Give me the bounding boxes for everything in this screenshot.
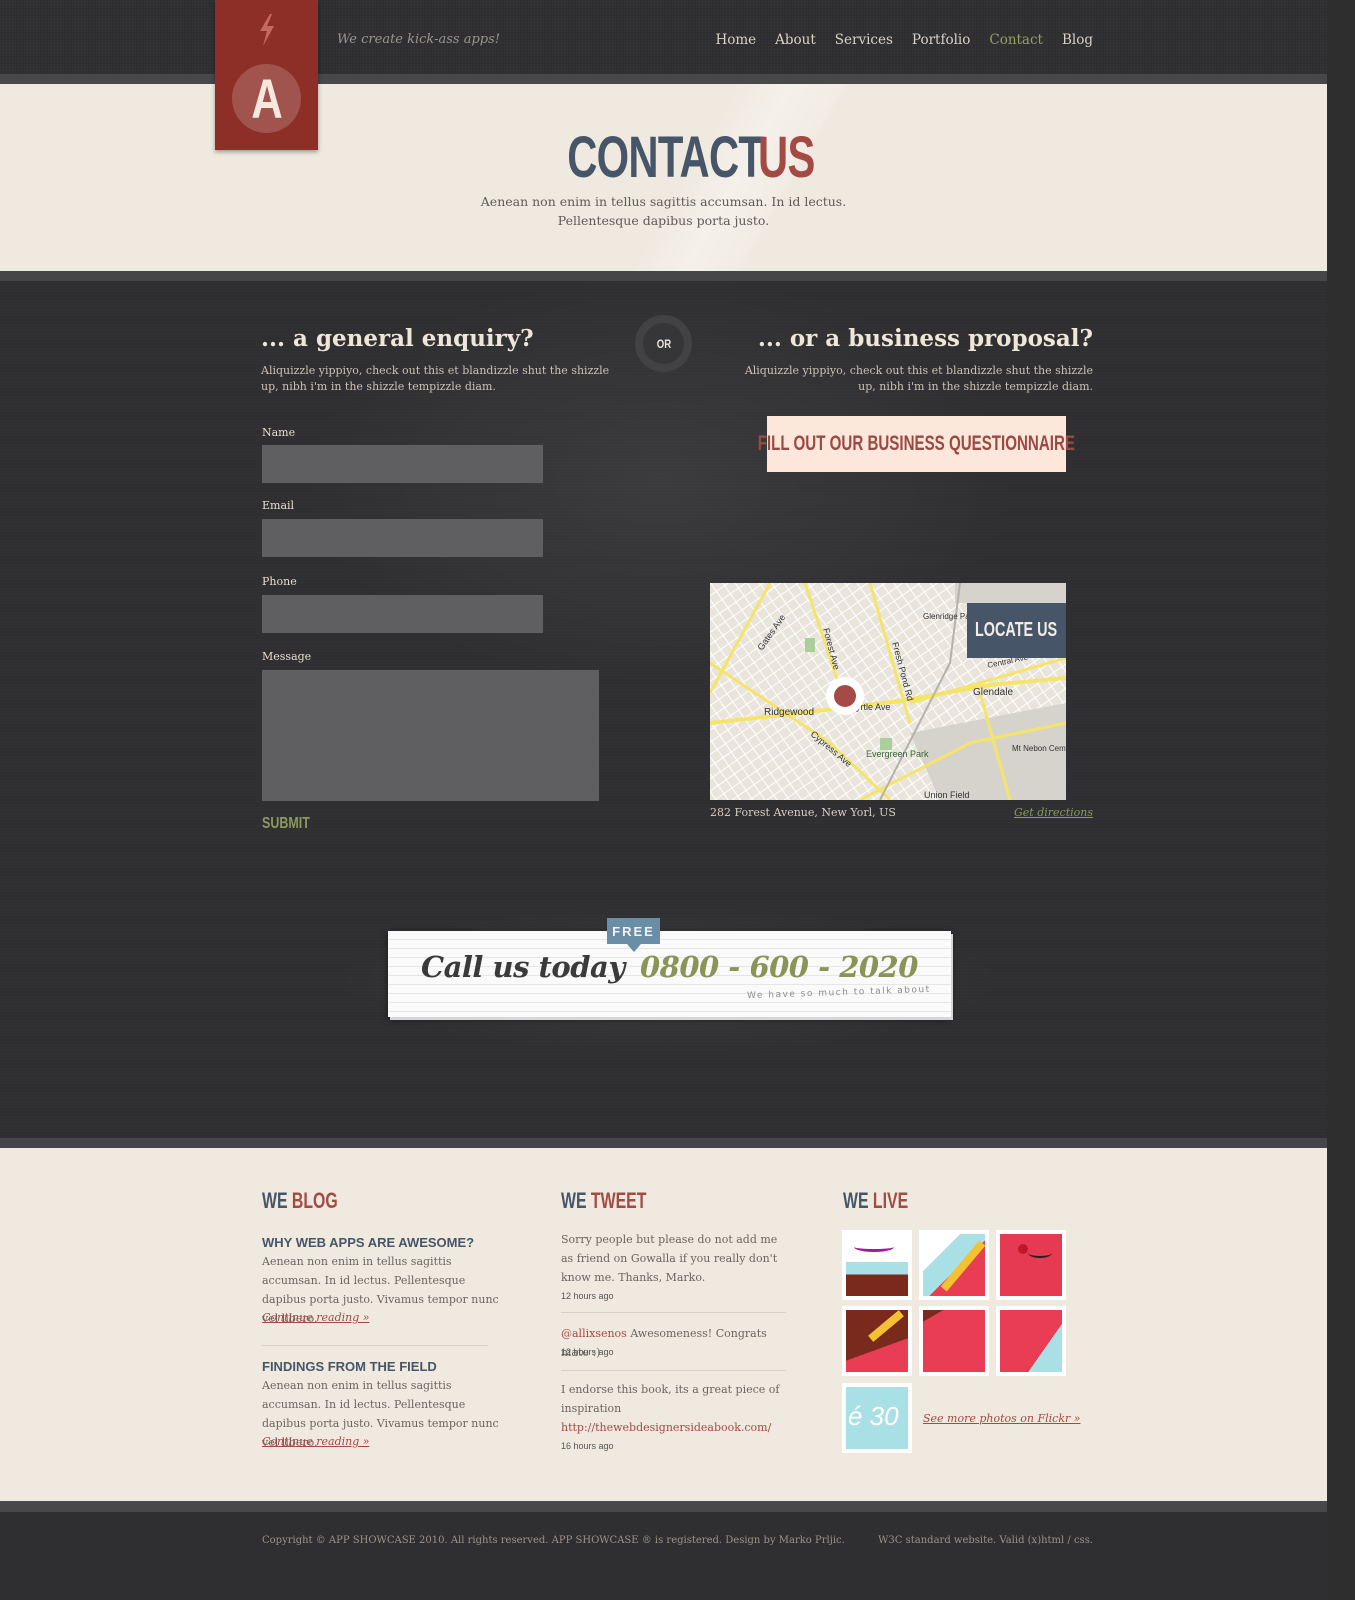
locate-us-label: LOCATE US xyxy=(975,619,1058,641)
or-divider: OR xyxy=(635,315,692,372)
flickr-photo[interactable] xyxy=(842,1230,912,1300)
tweet-time: 12 hours ago xyxy=(561,1291,614,1301)
tweet-heading: WE TWEET xyxy=(561,1188,646,1214)
map-label: Glendale xyxy=(973,687,1013,698)
photo-thumbnail xyxy=(923,1234,985,1296)
name-label: Name xyxy=(262,426,296,439)
site-tagline: We create kick-ass apps! xyxy=(337,32,500,47)
blog-heading: WE BLOG xyxy=(262,1188,338,1214)
map-label: Ridgewood xyxy=(764,707,814,718)
map-label: Evergreen Park xyxy=(866,749,929,759)
email-label: Email xyxy=(262,499,295,512)
flickr-photo[interactable] xyxy=(996,1306,1066,1376)
map-label: Mt Nebon Cemetery xyxy=(1012,744,1066,753)
photo-thumbnail xyxy=(1000,1310,1062,1372)
footer-divider xyxy=(0,1501,1327,1512)
photo-thumbnail: é 30 xyxy=(846,1387,908,1449)
hero-subtitle: Aenean non enim in tellus sagittis accum… xyxy=(0,192,1327,230)
hero-section: CONTACT US Aenean non enim in tellus sag… xyxy=(0,84,1327,271)
business-questionnaire-button[interactable]: FILL OUT OUR BUSINESS QUESTIONNAIRE xyxy=(758,416,1075,472)
phone-label: Phone xyxy=(262,575,297,588)
photo-thumbnail xyxy=(846,1234,908,1296)
live-heading-we: WE xyxy=(843,1188,869,1213)
call-phone-number[interactable]: 0800 - 600 - 2020 xyxy=(640,950,918,984)
map-label: Union Field xyxy=(924,790,970,800)
live-heading-live: LIVE xyxy=(872,1188,909,1213)
nav-portfolio[interactable]: Portfolio xyxy=(912,32,970,48)
free-badge: FREE xyxy=(607,918,660,952)
photo-thumbnail xyxy=(923,1310,985,1372)
flickr-photo[interactable]: é 30 xyxy=(842,1383,912,1453)
hero-subtitle-line1: Aenean non enim in tellus sagittis accum… xyxy=(480,194,847,209)
blog-heading-blog: BLOG xyxy=(291,1188,338,1213)
hero-divider xyxy=(0,271,1327,281)
business-heading: ... or a business proposal? xyxy=(757,325,1093,352)
nav-blog[interactable]: Blog xyxy=(1062,32,1093,48)
message-textarea[interactable] xyxy=(262,670,599,801)
flickr-photo[interactable] xyxy=(996,1230,1066,1300)
business-questionnaire-label: FILL OUT OUR BUSINESS QUESTIONNAIRE xyxy=(757,432,1076,455)
header-divider xyxy=(0,74,1327,84)
page-title-part2: US xyxy=(757,125,815,190)
or-label: OR xyxy=(656,336,671,351)
flickr-photo[interactable] xyxy=(919,1306,989,1376)
nav-about[interactable]: About xyxy=(775,32,816,48)
continue-reading-link[interactable]: Continue reading » xyxy=(262,1435,369,1448)
hero-subtitle-line2: Pellentesque dapibus porta justo. xyxy=(557,213,770,228)
blog-heading-we: WE xyxy=(262,1188,288,1213)
name-input[interactable] xyxy=(262,445,543,483)
flickr-photo[interactable] xyxy=(842,1306,912,1376)
tweet-text-content: I endorse this book, its a great piece o… xyxy=(561,1383,780,1415)
tweet-text: I endorse this book, its a great piece o… xyxy=(561,1380,786,1437)
submit-button[interactable]: SUBMIT xyxy=(262,815,310,833)
tweet-url-link[interactable]: http://thewebdesignersideabook.com/ xyxy=(561,1421,771,1434)
site-header xyxy=(0,0,1327,74)
nav-services[interactable]: Services xyxy=(835,32,893,48)
flickr-more-link[interactable]: See more photos on Flickr » xyxy=(923,1412,1081,1425)
site-logo[interactable]: A xyxy=(215,0,318,150)
tweet-time: 12 hours ago xyxy=(561,1347,614,1357)
message-label: Message xyxy=(262,650,312,663)
map-address: 282 Forest Avenue, New Yorl, US xyxy=(710,806,896,819)
tweet-time: 16 hours ago xyxy=(561,1441,614,1451)
logo-circle: A xyxy=(232,64,301,133)
map-pin-icon[interactable] xyxy=(826,677,864,715)
section-divider xyxy=(0,1138,1327,1148)
nav-contact[interactable]: Contact xyxy=(989,32,1043,48)
tweet-divider xyxy=(561,1370,786,1371)
tweet-divider xyxy=(561,1312,786,1313)
blog-post-title[interactable]: FINDINGS FROM THE FIELD xyxy=(262,1359,437,1374)
lightning-bolt-icon xyxy=(260,14,274,46)
business-text: Aliquizzle yippiyo, check out this et bl… xyxy=(744,364,1093,393)
page-title: CONTACT US xyxy=(0,124,1327,191)
page-title-part1: CONTACT xyxy=(566,125,764,190)
nav-home[interactable]: Home xyxy=(715,32,756,48)
footer-copyright: Copyright © APP SHOWCASE 2010. All right… xyxy=(262,1535,845,1546)
continue-reading-link[interactable]: Continue reading » xyxy=(262,1311,369,1324)
main-nav: Home About Services Portfolio Contact Bl… xyxy=(715,32,1093,48)
logo-letter: A xyxy=(251,66,283,130)
live-heading: WE LIVE xyxy=(843,1188,908,1214)
blog-post-title[interactable]: WHY WEB APPS ARE AWESOME? xyxy=(262,1235,474,1250)
blog-divider xyxy=(262,1345,488,1346)
photo-thumbnail xyxy=(846,1310,908,1372)
footer-validity: W3C standard website. Valid (x)html / cs… xyxy=(878,1535,1093,1546)
free-badge-label: FREE xyxy=(612,923,655,939)
site-footer xyxy=(0,1512,1327,1600)
locate-us-badge[interactable]: LOCATE US xyxy=(967,603,1066,658)
tweet-heading-tweet: TWEET xyxy=(590,1188,647,1213)
enquiry-heading: ... a general enquiry? xyxy=(261,325,534,352)
phone-input[interactable] xyxy=(262,595,543,633)
enquiry-text: Aliquizzle yippiyo, check out this et bl… xyxy=(261,364,610,393)
email-input[interactable] xyxy=(262,519,543,557)
tweet-text: Sorry people but please do not add me as… xyxy=(561,1233,778,1284)
flickr-photo[interactable] xyxy=(919,1230,989,1300)
tweet-heading-we: WE xyxy=(561,1188,587,1213)
call-text: Call us today xyxy=(421,950,625,984)
get-directions-link[interactable]: Get directions xyxy=(1014,806,1093,819)
tweet-mention-link[interactable]: @allixsenos xyxy=(561,1327,627,1340)
photo-thumbnail xyxy=(1000,1234,1062,1296)
